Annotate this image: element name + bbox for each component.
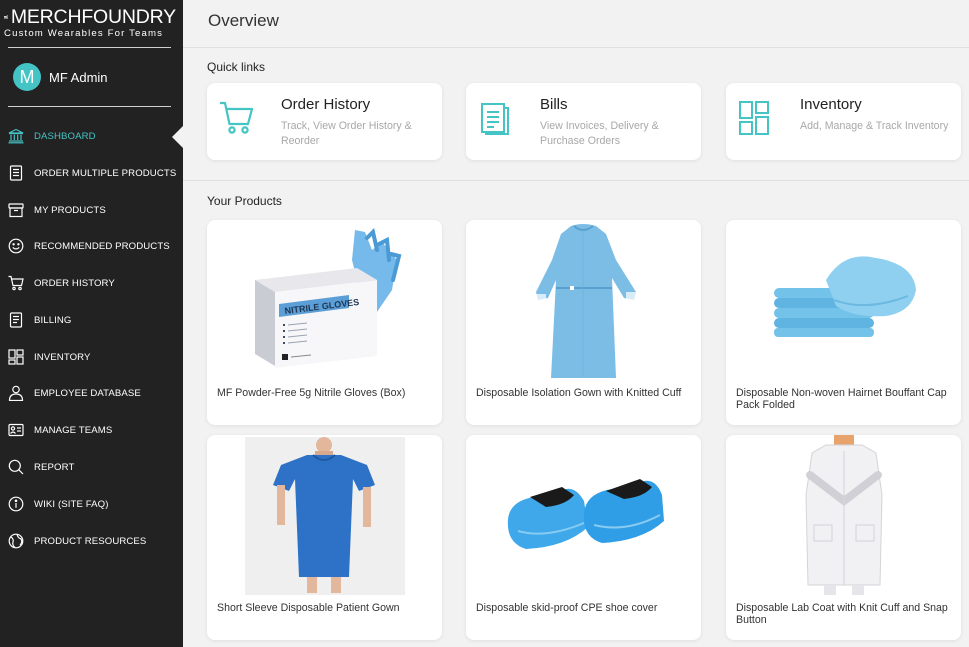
sidebar-item-label: ORDER MULTIPLE PRODUCTS (34, 167, 177, 179)
globe-icon (8, 533, 24, 549)
product-image-patient-gown (245, 437, 405, 595)
avatar: M (13, 63, 41, 91)
sidebar-item-label: RECOMMENDED PRODUCTS (34, 240, 170, 252)
brand-logo[interactable]: MERCHFOUNDRY Custom Wearables For Teams (4, 7, 176, 39)
product-name: Short Sleeve Disposable Patient Gown (217, 602, 400, 614)
page-title: Overview (208, 11, 279, 30)
product-name: Disposable Lab Coat with Knit Cuff and S… (736, 602, 948, 626)
sidebar-item-label: MANAGE TEAMS (34, 424, 113, 436)
product-image-shoe-cover (507, 479, 664, 549)
quick-link-inventory[interactable]: Inventory Add, Manage & Track Inventory (726, 83, 961, 160)
merchfoundry-logo-icon (4, 15, 8, 19)
bank-icon (8, 128, 24, 144)
product-card-nitrile-gloves[interactable]: NITRILE GLOVES MF Powder-Free 5g Nitrile… (207, 220, 442, 425)
sidebar-item-label: MY PRODUCTS (34, 204, 106, 216)
sidebar-divider (8, 47, 171, 48)
quick-link-desc: Track, View Order History & Reorder (281, 120, 412, 147)
product-name: Disposable Isolation Gown with Knitted C… (476, 387, 682, 399)
sidebar-item-my-products[interactable]: MY PRODUCTS (0, 192, 183, 228)
product-card-lab-coat[interactable]: Disposable Lab Coat with Knit Cuff and S… (726, 435, 961, 640)
product-name: MF Powder-Free 5g Nitrile Gloves (Box) (217, 387, 406, 399)
list-icon (9, 165, 23, 181)
sidebar-item-wiki[interactable]: WIKI (SITE FAQ) (0, 486, 183, 522)
magnifier-icon (8, 459, 24, 475)
main-content: Overview Quick links Order History Track… (183, 0, 969, 647)
product-name: Disposable Non-woven Hairnet Bouffant Ca… (736, 387, 947, 411)
box-icon (8, 203, 24, 218)
sidebar-item-order-history[interactable]: ORDER HISTORY (0, 265, 183, 301)
sidebar-item-report[interactable]: REPORT (0, 449, 183, 485)
sidebar-item-manage-teams[interactable]: MANAGE TEAMS (0, 412, 183, 448)
person-icon (8, 385, 24, 401)
sidebar-item-label: ORDER HISTORY (34, 277, 115, 289)
sidebar-item-label: INVENTORY (34, 351, 91, 363)
section-divider (183, 180, 969, 181)
info-icon (8, 496, 24, 512)
brand-name: MERCHFOUNDRY (10, 6, 176, 28)
document-icon (9, 312, 23, 328)
user-name: MF Admin (49, 69, 108, 85)
cart-icon (220, 101, 254, 134)
sidebar-item-order-multiple-products[interactable]: ORDER MULTIPLE PRODUCTS (0, 155, 183, 191)
smile-icon (8, 238, 24, 254)
sidebar-item-label: DASHBOARD (34, 130, 96, 142)
sidebar-item-billing[interactable]: BILLING (0, 302, 183, 338)
quick-link-desc: Add, Manage & Track Inventory (800, 120, 949, 132)
brand-tagline: Custom Wearables For Teams (4, 28, 164, 39)
quick-link-desc: View Invoices, Delivery & Purchase Order… (540, 120, 659, 147)
sidebar-item-employee-database[interactable]: EMPLOYEE DATABASE (0, 375, 183, 411)
product-card-shoe-cover[interactable]: Disposable skid-proof CPE shoe cover (466, 435, 701, 640)
quick-link-title: Order History (281, 96, 371, 113)
products-title: Your Products (207, 194, 282, 208)
grid-icon (8, 349, 24, 365)
sidebar-item-label: BILLING (34, 314, 72, 326)
header-divider (183, 47, 969, 48)
product-card-isolation-gown[interactable]: Disposable Isolation Gown with Knitted C… (466, 220, 701, 425)
product-card-hairnet-cap[interactable]: Disposable Non-woven Hairnet Bouffant Ca… (726, 220, 961, 425)
product-image-isolation-gown (536, 224, 636, 378)
sidebar-item-inventory[interactable]: INVENTORY (0, 339, 183, 375)
product-image-lab-coat (805, 435, 883, 595)
sidebar-item-label: PRODUCT RESOURCES (34, 535, 147, 547)
id-card-icon (8, 423, 24, 437)
quick-link-order-history[interactable]: Order History Track, View Order History … (207, 83, 442, 160)
sidebar-item-product-resources[interactable]: PRODUCT RESOURCES (0, 523, 183, 559)
product-image-hairnet-cap (774, 256, 916, 337)
quick-link-title: Bills (540, 96, 568, 113)
sidebar-item-dashboard[interactable]: DASHBOARD (0, 118, 183, 154)
user-profile[interactable]: M MF Admin (13, 63, 108, 91)
product-image-nitrile-gloves: NITRILE GLOVES (255, 228, 402, 368)
quick-link-title: Inventory (800, 96, 862, 113)
active-indicator (172, 126, 183, 148)
quick-links-title: Quick links (207, 60, 266, 74)
sidebar-item-label: REPORT (34, 461, 75, 473)
quick-link-bills[interactable]: Bills View Invoices, Delivery & Purchase… (466, 83, 701, 160)
sidebar-divider (8, 106, 171, 107)
cart-icon (8, 275, 24, 291)
product-card-patient-gown[interactable]: Short Sleeve Disposable Patient Gown (207, 435, 442, 640)
sidebar: MERCHFOUNDRY Custom Wearables For Teams … (0, 0, 183, 647)
product-name: Disposable skid-proof CPE shoe cover (476, 602, 658, 614)
sidebar-item-label: WIKI (SITE FAQ) (34, 498, 109, 510)
sidebar-item-recommended-products[interactable]: RECOMMENDED PRODUCTS (0, 228, 183, 264)
document-icon (481, 103, 509, 135)
sidebar-item-label: EMPLOYEE DATABASE (34, 387, 141, 399)
grid-icon (739, 101, 769, 135)
